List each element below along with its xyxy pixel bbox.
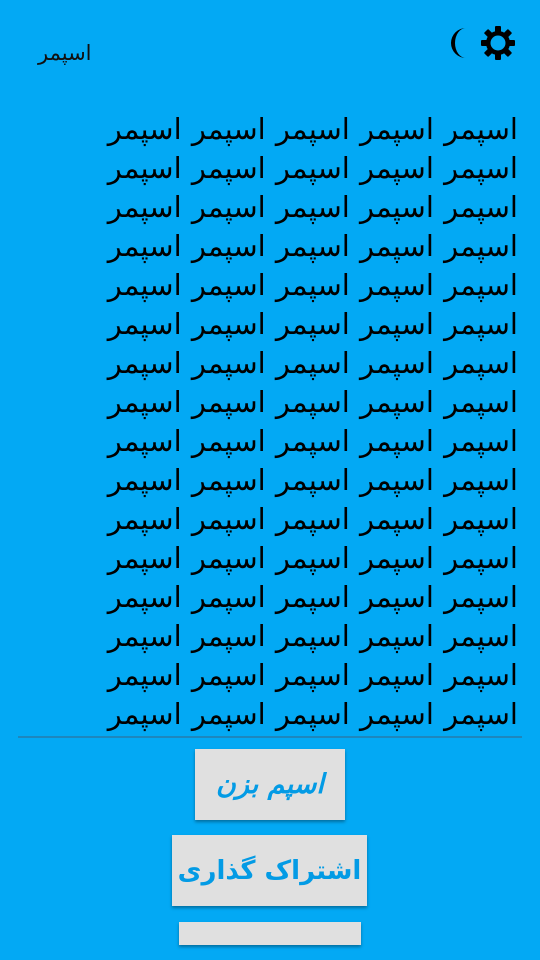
theme-toggles xyxy=(446,24,518,62)
spam-output: اسپمر اسپمر اسپمر اسپمر اسپمر اسپمر اسپم… xyxy=(107,112,518,731)
app-title: اسپمر xyxy=(38,41,92,65)
extra-button[interactable] xyxy=(179,922,361,945)
sun-icon[interactable] xyxy=(480,25,516,61)
divider xyxy=(18,736,522,738)
moon-icon[interactable] xyxy=(446,25,474,61)
spam-button[interactable]: اسپم بزن xyxy=(195,749,345,820)
share-button[interactable]: اشتراک گذاری xyxy=(172,835,367,906)
